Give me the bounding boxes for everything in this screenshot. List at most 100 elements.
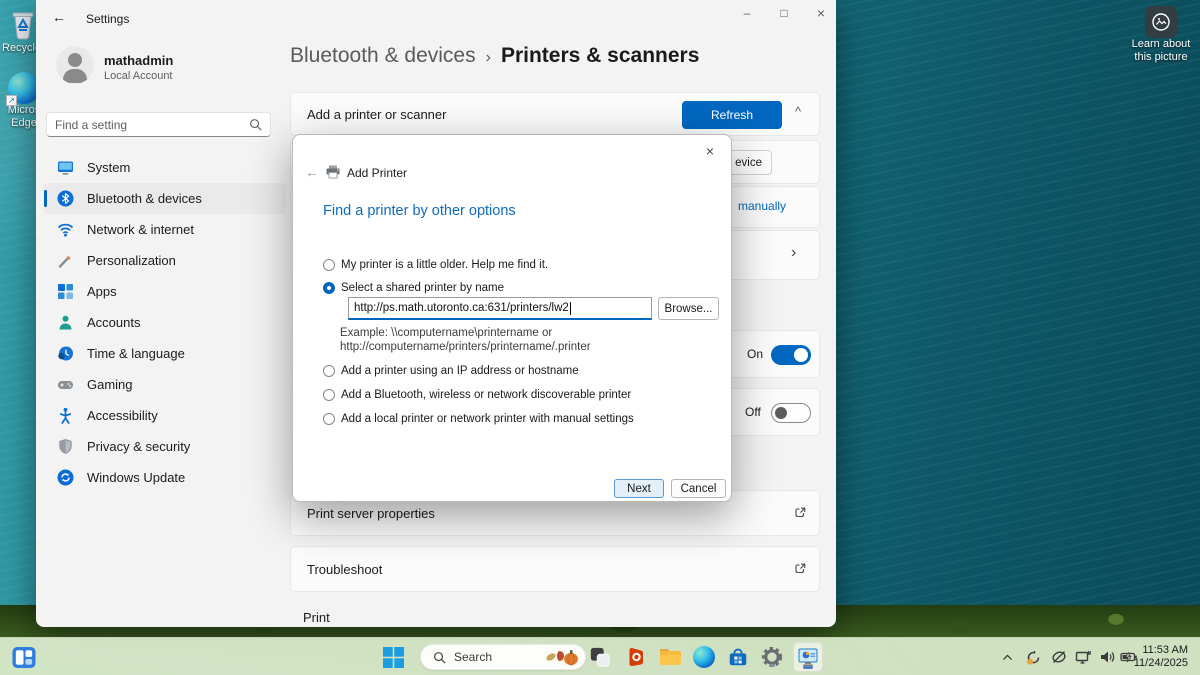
taskbar-search-label: Search xyxy=(454,650,545,664)
task-view-button[interactable] xyxy=(588,645,612,669)
sidebar-item-bluetooth-devices[interactable]: Bluetooth & devices xyxy=(44,183,286,214)
sidebar-item-accessibility[interactable]: Accessibility xyxy=(44,400,286,431)
toggle-on[interactable] xyxy=(771,345,811,365)
sidebar-item-system[interactable]: System xyxy=(44,152,286,183)
sidebar-item-apps[interactable]: Apps xyxy=(44,276,286,307)
option-older-printer[interactable]: My printer is a little older. Help me fi… xyxy=(323,258,548,272)
tray-show-hidden-button[interactable] xyxy=(998,648,1016,666)
settings-search[interactable] xyxy=(46,112,271,137)
shared-printer-name-input[interactable]: http://ps.math.utoronto.ca:631/printers/… xyxy=(348,297,652,320)
sidebar-item-label: Bluetooth & devices xyxy=(87,191,202,206)
speaker-icon xyxy=(1099,649,1116,665)
taskbar-search[interactable]: Search xyxy=(420,644,586,670)
shared-printer-name-value: http://ps.math.utoronto.ca:631/printers/… xyxy=(354,302,569,314)
minimize-button[interactable]: – xyxy=(732,2,762,24)
sidebar-item-label: Apps xyxy=(87,284,117,299)
learn-about-picture[interactable]: Learn about this picture xyxy=(1130,6,1192,64)
next-button[interactable]: Next xyxy=(614,479,664,498)
tray-clock[interactable]: 11:53 AM 11/24/2025 xyxy=(1134,644,1188,670)
add-printer-scanner-label: Add a printer or scanner xyxy=(307,107,446,122)
chevron-up-icon xyxy=(1001,651,1014,664)
user-name: mathadmin xyxy=(104,53,173,68)
sidebar-item-privacy-security[interactable]: Privacy & security xyxy=(44,431,286,462)
account-type: Local Account xyxy=(104,70,173,82)
radio-selected-icon[interactable] xyxy=(323,282,335,294)
chevron-right-icon: › xyxy=(791,244,796,262)
edge-icon xyxy=(693,646,715,668)
settings-search-input[interactable] xyxy=(55,118,249,132)
sidebar-item-personalization[interactable]: Personalization xyxy=(44,245,286,276)
time-language-icon xyxy=(57,345,74,362)
option-shared-printer[interactable]: Select a shared printer by name xyxy=(323,281,504,295)
dialog-close-button[interactable]: × xyxy=(699,142,721,160)
option-label: Add a Bluetooth, wireless or network dis… xyxy=(341,389,631,401)
sidebar-item-label: Personalization xyxy=(87,253,176,268)
radio-icon[interactable] xyxy=(323,389,335,401)
personalization-icon xyxy=(57,252,74,269)
radio-icon[interactable] xyxy=(323,365,335,377)
bluetooth-icon xyxy=(57,190,74,207)
radio-icon[interactable] xyxy=(323,413,335,425)
toggle-off[interactable] xyxy=(771,403,811,423)
sidebar-item-windows-update[interactable]: Windows Update xyxy=(44,462,286,493)
browse-button[interactable]: Browse... xyxy=(658,297,719,320)
store-app-button[interactable] xyxy=(726,645,750,669)
sidebar-item-network-internet[interactable]: Network & internet xyxy=(44,214,286,245)
option-label: My printer is a little older. Help me fi… xyxy=(341,259,548,271)
close-button[interactable]: × xyxy=(806,2,836,24)
option-ip-address[interactable]: Add a printer using an IP address or hos… xyxy=(323,364,579,378)
titlebar-back-icon[interactable]: ← xyxy=(52,9,66,25)
collapse-chevron-icon[interactable]: ^ xyxy=(795,104,801,119)
sidebar-item-label: Windows Update xyxy=(87,470,185,485)
tray-update-status[interactable] xyxy=(1024,648,1042,666)
windows-start-icon xyxy=(383,647,404,668)
option-label: Select a shared printer by name xyxy=(341,282,504,294)
add-printer-dialog: × ← Add Printer Find a printer by other … xyxy=(292,134,732,502)
add-manually-link[interactable]: manually xyxy=(738,199,786,213)
gaming-icon xyxy=(57,376,74,393)
tray-display-device[interactable] xyxy=(1074,648,1092,666)
breadcrumb-section[interactable]: Bluetooth & devices xyxy=(290,44,476,68)
print-server-label: Print server properties xyxy=(307,506,435,521)
avatar[interactable] xyxy=(56,46,94,84)
refresh-button[interactable]: Refresh xyxy=(682,101,782,129)
option-bluetooth-wireless[interactable]: Add a Bluetooth, wireless or network dis… xyxy=(323,388,631,402)
dialog-back-icon[interactable]: ← xyxy=(305,164,319,180)
sidebar-item-accounts[interactable]: Accounts xyxy=(44,307,286,338)
settings-app-button[interactable] xyxy=(760,645,784,669)
maximize-button[interactable]: □ xyxy=(769,2,799,24)
window-title: Settings xyxy=(86,12,129,26)
printer-icon xyxy=(325,165,341,179)
desktop: Recycle Bin ↗ Micros Edge Learn about th… xyxy=(0,0,1200,675)
file-explorer-button[interactable] xyxy=(658,645,682,669)
sidebar-nav: System Bluetooth & devices Network & int… xyxy=(44,152,286,493)
task-view-icon xyxy=(589,646,611,668)
widgets-button[interactable] xyxy=(12,645,36,669)
radio-icon[interactable] xyxy=(323,259,335,271)
microsoft-store-icon xyxy=(727,646,749,668)
search-icon xyxy=(249,118,262,131)
clipped-section-text: Print xyxy=(303,610,330,625)
privacy-icon xyxy=(57,438,74,455)
tray-date: 11/24/2025 xyxy=(1134,657,1188,670)
restart-update-icon xyxy=(1025,649,1042,666)
option-local-printer[interactable]: Add a local printer or network printer w… xyxy=(323,412,634,426)
sidebar-item-label: Accessibility xyxy=(87,408,158,423)
picture-info-label: Learn about this picture xyxy=(1130,38,1192,64)
edge-app-button[interactable] xyxy=(692,645,716,669)
office-app-button[interactable] xyxy=(624,645,648,669)
option-label: Add a local printer or network printer w… xyxy=(341,413,634,425)
add-printer-scanner-card: Add a printer or scanner Refresh ^ xyxy=(290,92,820,136)
breadcrumb: Bluetooth & devices › Printers & scanner… xyxy=(290,44,699,68)
page-title: Printers & scanners xyxy=(501,44,699,68)
external-link-icon xyxy=(794,506,807,519)
tray-volume[interactable] xyxy=(1098,648,1116,666)
sidebar-item-label: Time & language xyxy=(87,346,185,361)
tray-disabled-device[interactable] xyxy=(1050,648,1068,666)
sidebar-item-time-language[interactable]: Time & language xyxy=(44,338,286,369)
start-button[interactable] xyxy=(381,645,405,669)
cancel-button[interactable]: Cancel xyxy=(671,479,726,498)
troubleshoot-card[interactable]: Troubleshoot xyxy=(290,546,820,592)
sidebar-item-gaming[interactable]: Gaming xyxy=(44,369,286,400)
active-add-printer-window-button[interactable] xyxy=(793,642,823,672)
